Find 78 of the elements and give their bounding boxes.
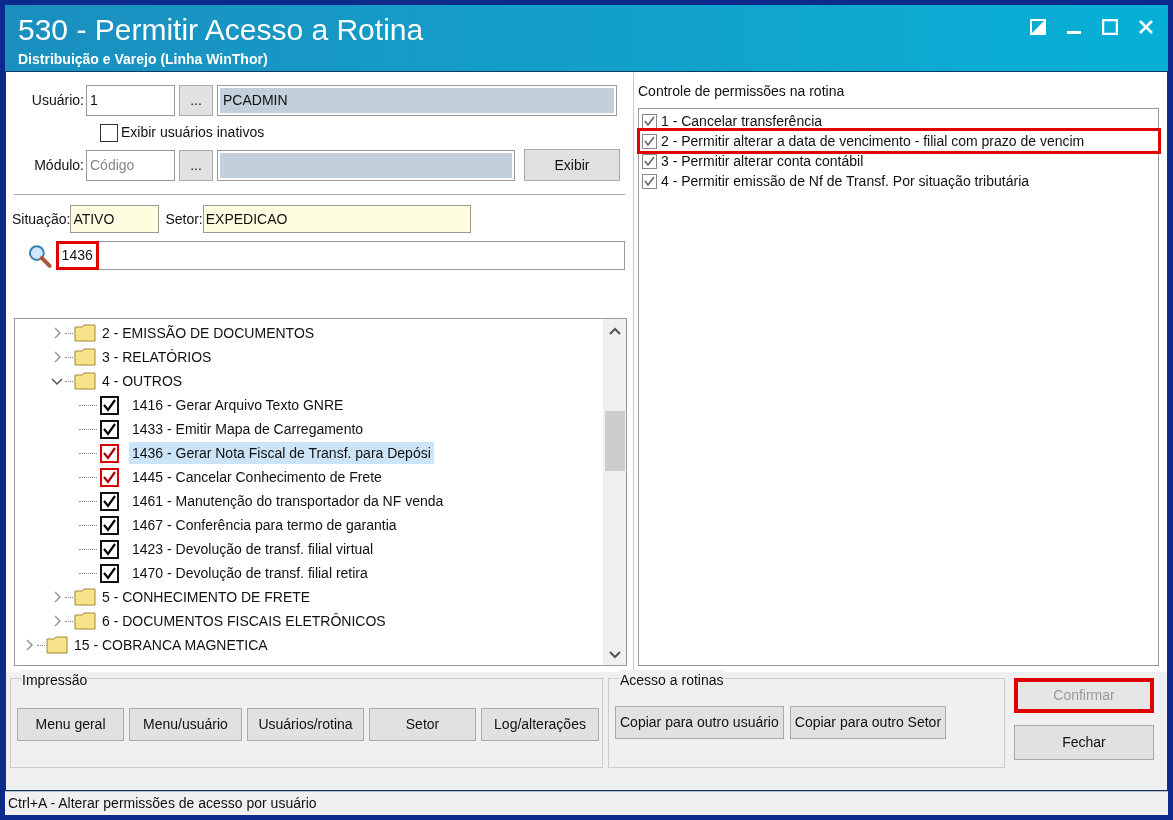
folder-icon xyxy=(74,348,96,366)
user-name-field: PCADMIN xyxy=(220,88,614,113)
sector-label: Setor: xyxy=(165,209,203,229)
situation-label: Situação: xyxy=(12,209,71,229)
search-icon xyxy=(28,243,52,268)
tree-item[interactable]: 1436 - Gerar Nota Fiscal de Transf. para Depósi xyxy=(129,442,434,464)
expand-icon[interactable] xyxy=(51,591,63,603)
print-button[interactable]: Usuários/rotina xyxy=(247,708,364,741)
maximize-icon[interactable] xyxy=(1102,19,1118,35)
permission-label: 2 - Permitir alterar a data de vencimento - filial com prazo de vencim xyxy=(661,131,1085,151)
print-button[interactable]: Menu geral xyxy=(17,708,124,741)
action-button[interactable]: Fechar xyxy=(1014,725,1154,760)
lookup-button[interactable]: ... xyxy=(179,149,213,181)
permission-label: 1 - Cancelar transferência xyxy=(661,111,823,131)
folder-icon xyxy=(74,588,96,606)
permission-label: 4 - Permitir emissão de Nf de Transf. Por situação tributária xyxy=(661,171,1030,191)
module-label: Módulo: xyxy=(33,155,85,175)
tree-item[interactable]: 1445 - Cancelar Conhecimento de Frete xyxy=(129,466,385,488)
tree-item[interactable]: 1433 - Emitir Mapa de Carregamento xyxy=(129,418,367,440)
checkbox[interactable] xyxy=(100,443,119,463)
print-button[interactable]: Menu/usuário xyxy=(129,708,242,741)
expand-icon[interactable] xyxy=(23,639,35,651)
search-value: 1436 xyxy=(58,244,96,267)
scroll-thumb[interactable] xyxy=(604,411,625,471)
permissions-title: Controle de permissões na rotina xyxy=(638,82,846,101)
permission-label: 3 - Permitir alterar conta contábil xyxy=(661,151,864,171)
tree-folder[interactable]: 4 - OUTROS xyxy=(102,370,183,392)
module-code-field[interactable]: Código xyxy=(86,149,175,181)
expand-icon[interactable] xyxy=(51,351,63,363)
situation-field[interactable]: ATIVO xyxy=(70,205,160,233)
checkbox[interactable] xyxy=(100,539,119,559)
checkbox[interactable] xyxy=(100,515,119,535)
copy-button[interactable]: Copiar para outro Setor xyxy=(789,706,947,739)
folder-icon xyxy=(74,324,96,342)
tree-folder[interactable]: 5 - CONHECIMENTO DE FRETE xyxy=(102,586,311,608)
user-code-field[interactable]: 1 xyxy=(86,85,175,116)
print-button[interactable]: Setor xyxy=(369,708,476,741)
print-button[interactable]: Log/alterações xyxy=(481,708,599,741)
tree-item[interactable]: 1461 - Manutenção do transportador da NF venda xyxy=(129,490,447,512)
tree-item[interactable]: 1467 - Conferência para termo de garantia xyxy=(129,514,400,536)
collapse-icon[interactable] xyxy=(51,375,63,387)
folder-icon xyxy=(74,612,96,630)
search-field[interactable]: 1436 xyxy=(55,241,625,270)
checkbox[interactable] xyxy=(100,491,119,511)
window-title: 530 - Permitir Acesso a Rotina xyxy=(18,13,424,47)
tree-folder[interactable]: 2 - EMISSÃO DE DOCUMENTOS xyxy=(102,322,315,344)
group-title: Impressão xyxy=(21,670,89,691)
expand-icon[interactable] xyxy=(51,327,63,339)
sector-field[interactable]: EXPEDICAO xyxy=(202,205,471,233)
checkbox[interactable] xyxy=(100,467,119,487)
folder-icon xyxy=(46,636,68,654)
checkbox[interactable] xyxy=(100,563,119,583)
user-label: Usuário: xyxy=(30,91,85,110)
tree-folder[interactable]: 3 - RELATÓRIOS xyxy=(102,346,212,368)
expand-icon[interactable] xyxy=(51,615,63,627)
checkbox[interactable] xyxy=(642,173,657,189)
show-button[interactable]: Exibir xyxy=(524,149,620,181)
tree-item[interactable]: 1470 - Devolução de transf. filial retira xyxy=(129,562,371,584)
lookup-button[interactable]: ... xyxy=(179,85,213,116)
checkbox[interactable] xyxy=(100,123,118,142)
folder-icon xyxy=(74,372,96,390)
close-icon[interactable] xyxy=(1138,19,1154,35)
tree-item[interactable]: 1416 - Gerar Arquivo Texto GNRE xyxy=(129,394,347,416)
scroll-up-icon[interactable] xyxy=(608,327,621,335)
window-subtitle: Distribuição e Varejo (Linha WinThor) xyxy=(18,50,269,69)
checkbox[interactable] xyxy=(100,395,119,415)
copy-button[interactable]: Copiar para outro usuário xyxy=(615,706,784,739)
checkbox[interactable] xyxy=(642,113,657,129)
tree-folder[interactable]: 15 - COBRANCA MAGNETICA xyxy=(74,634,268,656)
checkbox-label: Exibir usuários inativos xyxy=(121,123,265,142)
scrollbar[interactable] xyxy=(603,319,626,665)
restore-icon[interactable] xyxy=(1030,19,1046,35)
tree-item[interactable]: 1423 - Devolução de transf. filial virtual xyxy=(129,538,377,560)
checkbox[interactable] xyxy=(642,133,657,149)
status-text: Ctrl+A - Alterar permissões de acesso por usuário xyxy=(8,794,317,813)
checkbox[interactable] xyxy=(100,419,119,439)
tree-folder[interactable]: 6 - DOCUMENTOS FISCAIS ELETRÔNICOS xyxy=(102,610,386,632)
scroll-down-icon[interactable] xyxy=(608,651,621,659)
